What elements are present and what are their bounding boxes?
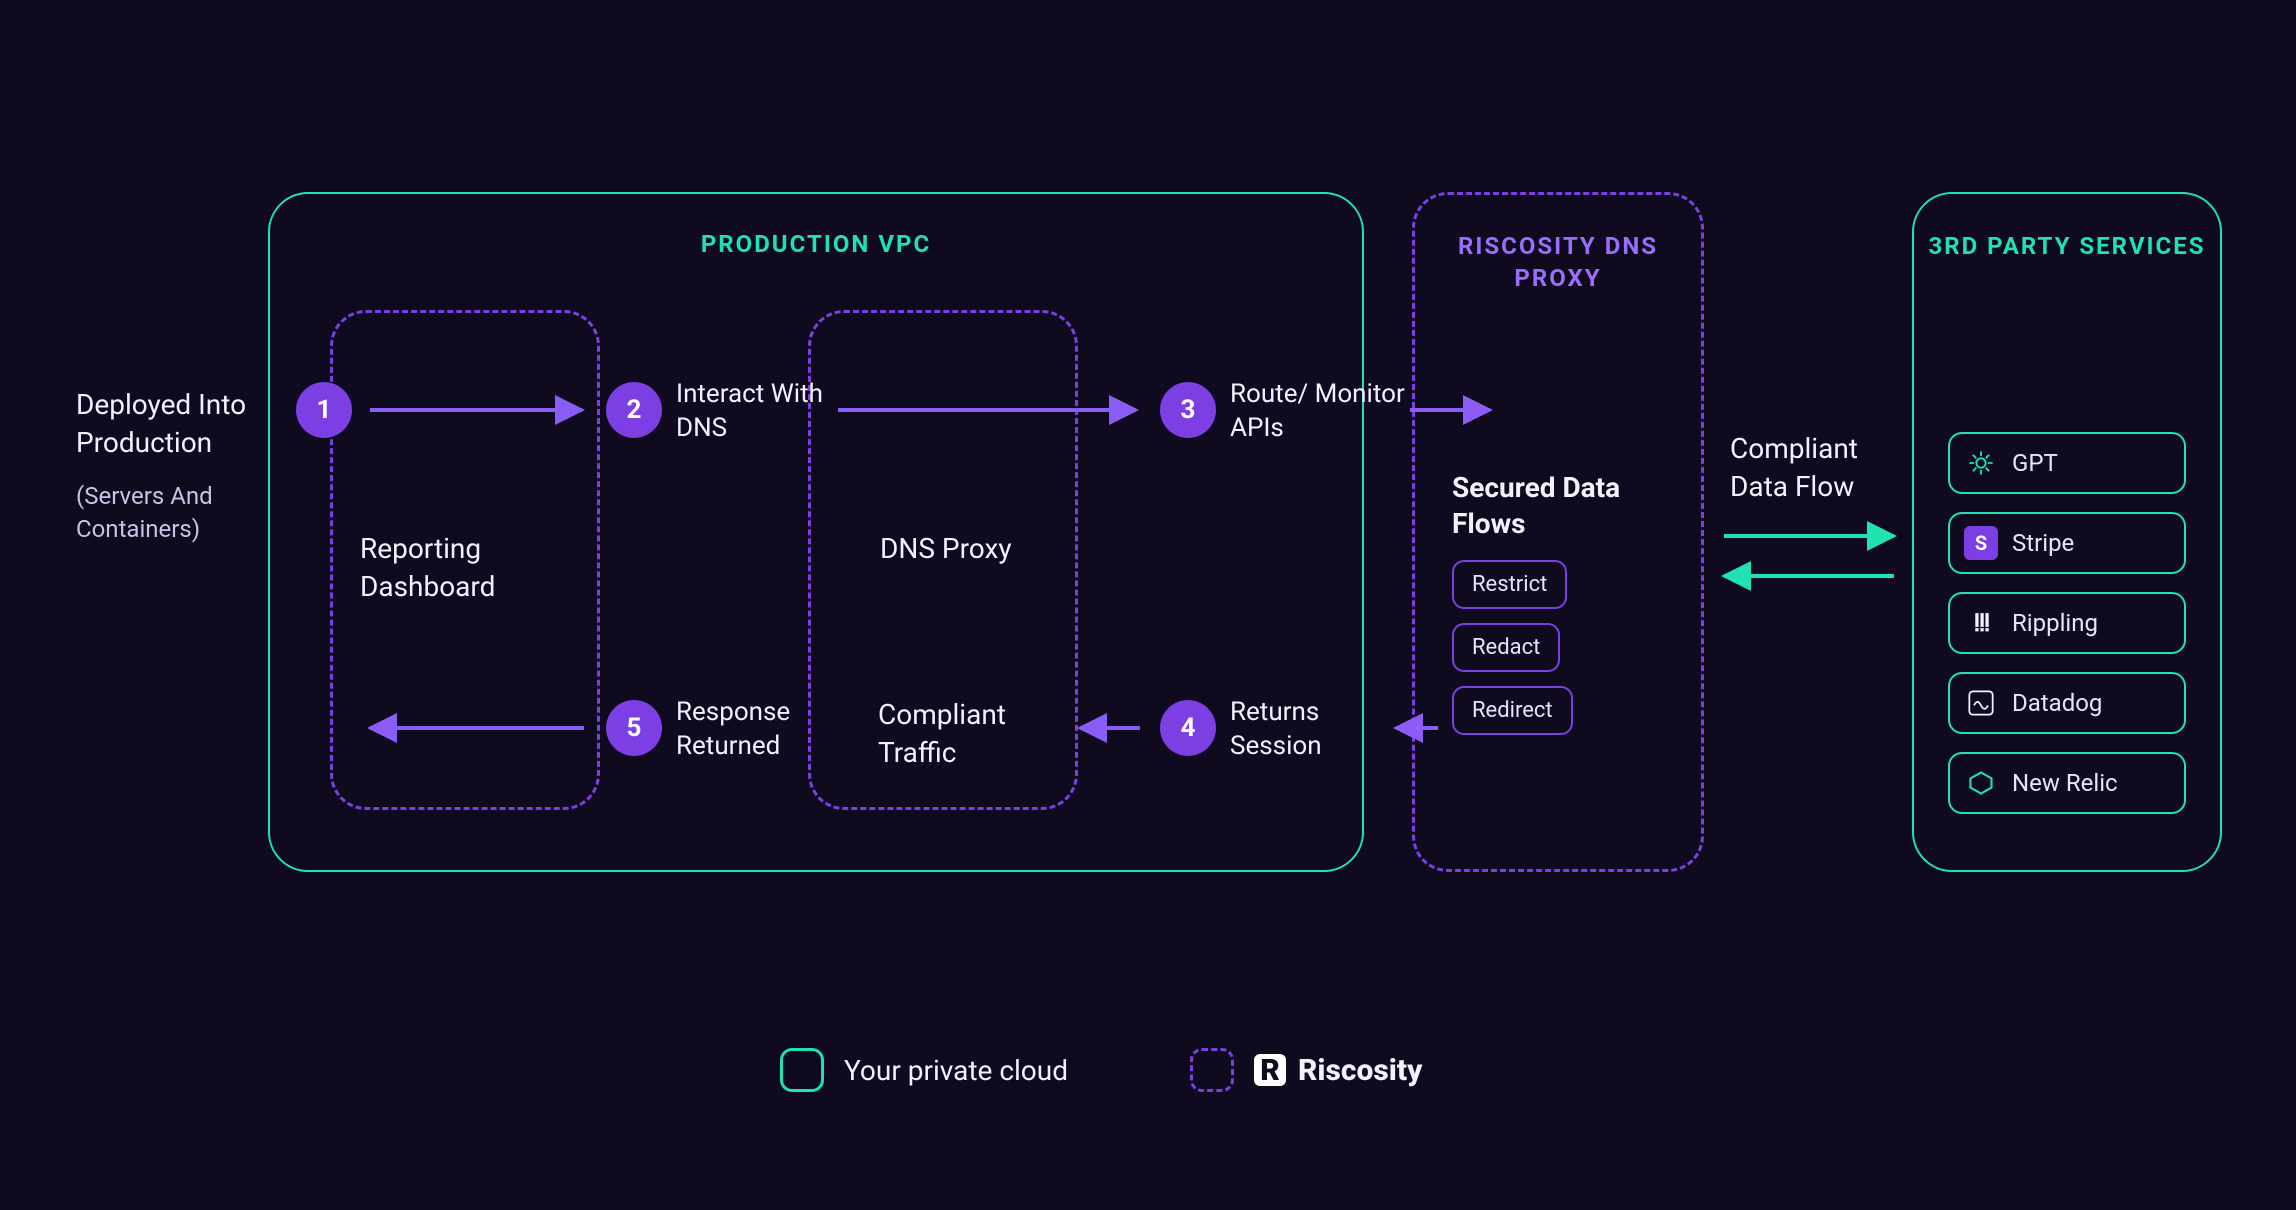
riscosity-logo-icon: R	[1254, 1054, 1286, 1086]
compliant-flow-label: Compliant Data Flow	[1730, 430, 1910, 506]
service-rippling: ⵑⵑⵑ Rippling	[1948, 592, 2186, 654]
legend-riscosity: R Riscosity	[1190, 1048, 1422, 1092]
action-redact: Redact	[1452, 623, 1560, 672]
services-list: GPT S Stripe ⵑⵑⵑ Rippling Datadog New Re…	[1948, 432, 2186, 832]
service-datadog-label: Datadog	[2012, 689, 2102, 717]
step-4-label: Returns Session	[1230, 696, 1400, 764]
legend-private-cloud: Your private cloud	[780, 1048, 1068, 1092]
step-2-circle: 2	[606, 382, 662, 438]
service-newrelic-label: New Relic	[2012, 769, 2118, 797]
compliant-traffic-label: Compliant Traffic	[878, 696, 1068, 772]
riscosity-title: RISCOSITY DNS PROXY	[1412, 230, 1704, 295]
legend-private-cloud-label: Your private cloud	[844, 1054, 1068, 1087]
step-3-circle: 3	[1160, 382, 1216, 438]
service-gpt: GPT	[1948, 432, 2186, 494]
service-rippling-label: Rippling	[2012, 609, 2098, 637]
datadog-icon	[1964, 686, 1998, 720]
service-newrelic: New Relic	[1948, 752, 2186, 814]
production-vpc-title: PRODUCTION VPC	[268, 230, 1364, 258]
secured-actions: Restrict Redact Redirect	[1452, 560, 1652, 749]
newrelic-icon	[1964, 766, 1998, 800]
diagram-canvas: Deployed Into Production (Servers And Co…	[0, 0, 2296, 1210]
step-5-label: Response Returned	[676, 696, 856, 764]
step-1-circle: 1	[296, 382, 352, 438]
gpt-icon	[1964, 446, 1998, 480]
riscosity-brand: R Riscosity	[1254, 1053, 1422, 1088]
legend-dashed-swatch	[1190, 1048, 1234, 1092]
dns-proxy-label: DNS Proxy	[880, 530, 1040, 568]
riscosity-brand-label: Riscosity	[1298, 1053, 1422, 1088]
stripe-icon: S	[1964, 526, 1998, 560]
service-stripe-label: Stripe	[2012, 529, 2074, 557]
rippling-icon: ⵑⵑⵑ	[1964, 606, 1998, 640]
legend-solid-swatch	[780, 1048, 824, 1092]
action-restrict: Restrict	[1452, 560, 1567, 609]
third-party-title: 3RD PARTY SERVICES	[1912, 230, 2222, 262]
service-gpt-label: GPT	[2012, 449, 2058, 477]
step-3-label: Route/ Monitor APIs	[1230, 378, 1420, 446]
reporting-dashboard-label: Reporting Dashboard	[360, 530, 570, 606]
service-datadog: Datadog	[1948, 672, 2186, 734]
action-redirect: Redirect	[1452, 686, 1573, 735]
step-2-label: Interact With DNS	[676, 378, 836, 446]
secured-flows-title: Secured Data Flows	[1452, 470, 1672, 543]
service-stripe: S Stripe	[1948, 512, 2186, 574]
step-4-circle: 4	[1160, 700, 1216, 756]
step-5-circle: 5	[606, 700, 662, 756]
